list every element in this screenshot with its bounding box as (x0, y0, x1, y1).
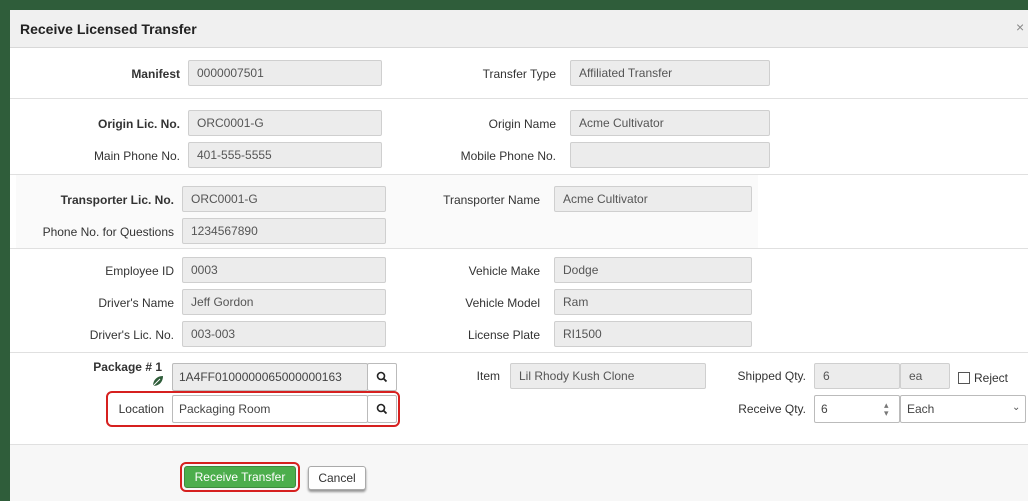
origin-lic-label-text: Origin Lic. No. (97, 117, 180, 131)
origin-name-label: Origin Name (488, 117, 556, 131)
dialog-footer: Receive Transfer Cancel (10, 444, 1028, 501)
leaf-icon (152, 376, 163, 387)
manifest-label: Manifest (131, 67, 180, 81)
receive-unit-select[interactable]: Each (900, 395, 1026, 423)
vehicle-model-label: Vehicle Model (465, 296, 540, 310)
vehicle-model-field: Ram (554, 289, 752, 315)
transfer-type-label: Transfer Type (482, 67, 556, 81)
search-icon (376, 371, 388, 383)
package-section: Package # 1 1A4FF0100000065000000163 Ite… (10, 352, 1028, 444)
shipped-unit-field: ea (900, 363, 950, 389)
driver-section: Employee ID 0003 Driver's Name Jeff Gord… (10, 248, 1028, 352)
driver-name-field: Jeff Gordon (182, 289, 386, 315)
manifest-section: Manifest 0000007501 Transfer Type Affili… (10, 54, 1028, 98)
package-search-button[interactable] (367, 363, 397, 391)
dialog-title: Receive Licensed Transfer (20, 21, 197, 37)
vehicle-make-label: Vehicle Make (468, 264, 540, 278)
receive-qty-label: Receive Qty. (712, 402, 806, 416)
origin-lic-field: ORC0001-G (188, 110, 382, 136)
shipped-qty-field: 6 (814, 363, 900, 389)
manifest-field: 0000007501 (188, 60, 382, 86)
origin-lic-label: Origin Lic. No. (50, 117, 180, 131)
dialog-titlebar: Receive Licensed Transfer × (10, 10, 1028, 48)
driver-name-label: Driver's Name (98, 296, 174, 310)
transporter-phone-field: 1234567890 (182, 218, 386, 244)
search-icon (376, 403, 388, 415)
shipped-qty-label-text: Shipped Qty. (737, 369, 806, 383)
transporter-lic-label: Transporter Lic. No. (60, 193, 174, 207)
transporter-section: Transporter Lic. No. ORC0001-G Transport… (10, 174, 1028, 249)
transporter-name-field: Acme Cultivator (554, 186, 752, 212)
main-phone-field: 401-555-5555 (188, 142, 382, 168)
vehicle-make-field: Dodge (554, 257, 752, 283)
transporter-phone-label: Phone No. for Questions (42, 225, 174, 239)
package-field[interactable]: 1A4FF0100000065000000163 (172, 363, 368, 391)
close-icon[interactable]: × (1016, 19, 1024, 35)
receive-transfer-dialog: Receive Licensed Transfer × Manifest 000… (10, 10, 1028, 501)
reject-label: Reject (974, 371, 1009, 385)
package-label: Package # 1 (93, 360, 162, 374)
receive-qty-stepper-icon[interactable]: ▴ ▾ (884, 401, 889, 418)
location-label: Location (118, 402, 164, 416)
transporter-lic-field: ORC0001-G (182, 186, 386, 212)
mobile-phone-field (570, 142, 770, 168)
item-label: Item (476, 369, 500, 383)
main-phone-label: Main Phone No. (93, 149, 180, 163)
chevron-down-icon: ⌄ (1012, 402, 1021, 413)
license-plate-field: RI1500 (554, 321, 752, 347)
transfer-type-field: Affiliated Transfer (570, 60, 770, 86)
license-plate-label: License Plate (467, 328, 540, 342)
driver-lic-field: 003-003 (182, 321, 386, 347)
receive-qty-label-text: Receive Qty. (738, 402, 806, 416)
shipped-qty-label: Shipped Qty. (712, 369, 806, 383)
location-input[interactable]: Packaging Room (172, 395, 368, 423)
origin-section: Origin Lic. No. ORC0001-G Origin Name Ac… (10, 98, 1028, 174)
employee-id-field: 0003 (182, 257, 386, 283)
origin-name-field: Acme Cultivator (570, 110, 770, 136)
item-field: Lil Rhody Kush Clone (510, 363, 706, 389)
mobile-phone-label: Mobile Phone No. (460, 149, 556, 163)
driver-lic-label: Driver's Lic. No. (89, 328, 174, 342)
receive-transfer-button[interactable]: Receive Transfer (184, 466, 296, 488)
reject-checkbox[interactable] (958, 372, 970, 384)
cancel-button[interactable]: Cancel (308, 466, 366, 490)
employee-id-label: Employee ID (105, 264, 174, 278)
transporter-name-label: Transporter Name (443, 193, 540, 207)
location-search-button[interactable] (367, 395, 397, 423)
